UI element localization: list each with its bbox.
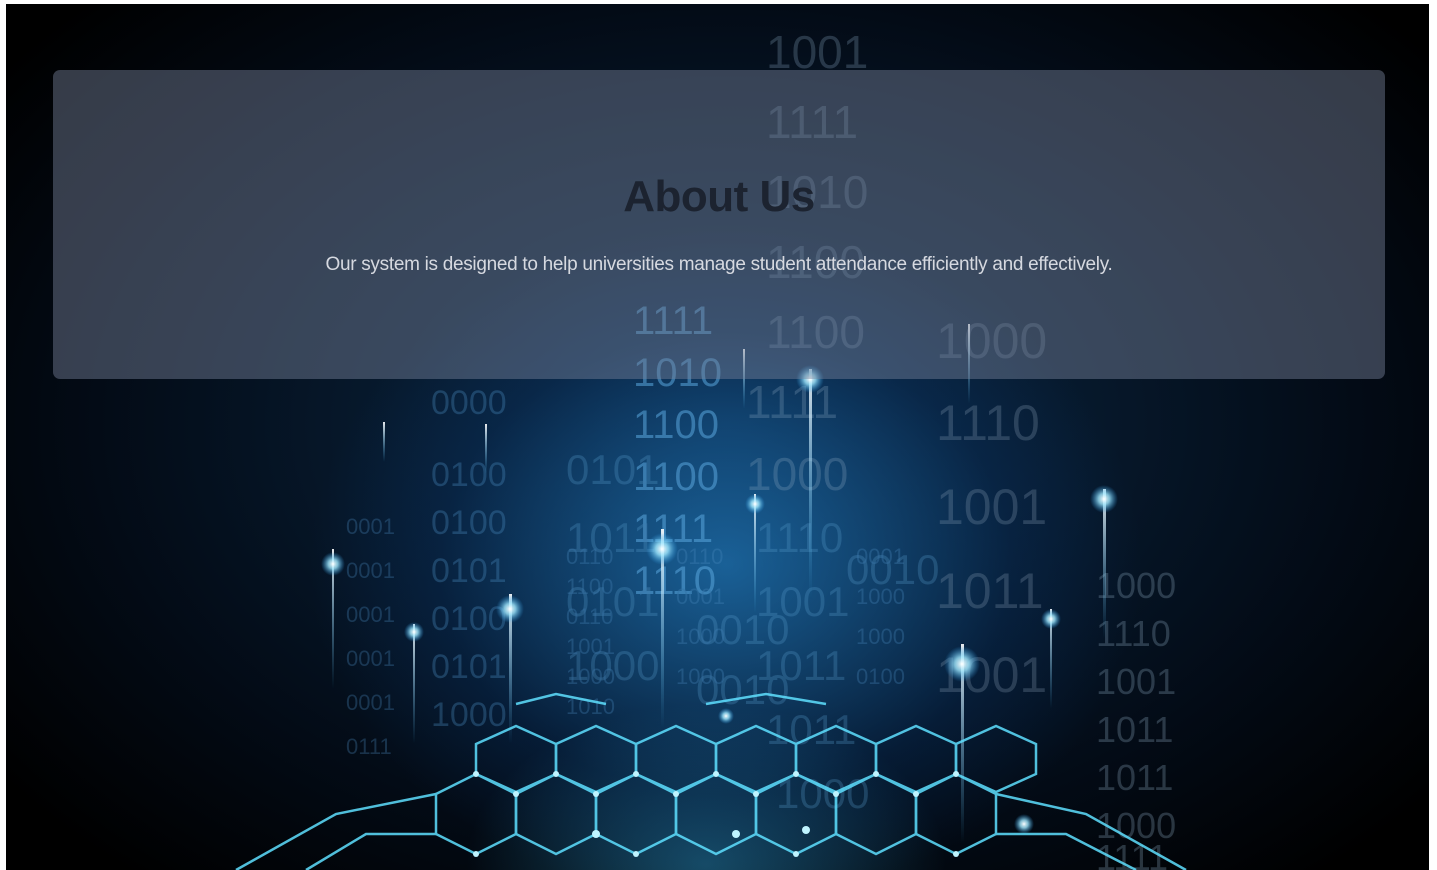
svg-text:1011: 1011 — [566, 514, 656, 561]
svg-text:1001: 1001 — [1096, 661, 1176, 702]
svg-text:1110: 1110 — [1096, 613, 1171, 654]
svg-text:1110: 1110 — [936, 395, 1040, 451]
svg-text:0101: 0101 — [566, 446, 659, 493]
svg-text:0001: 0001 — [346, 690, 395, 715]
svg-text:1001: 1001 — [936, 479, 1047, 535]
svg-text:0110: 0110 — [676, 544, 723, 569]
svg-text:1011: 1011 — [1096, 709, 1173, 750]
svg-text:0001: 0001 — [346, 514, 395, 539]
svg-text:0100: 0100 — [431, 600, 507, 638]
svg-text:0100: 0100 — [431, 504, 507, 542]
svg-text:0111: 0111 — [346, 734, 392, 759]
svg-text:0100: 0100 — [431, 456, 507, 494]
svg-text:0101: 0101 — [431, 552, 507, 590]
svg-text:1000: 1000 — [746, 448, 848, 500]
svg-text:1100: 1100 — [633, 403, 719, 447]
about-description: Our system is designed to help universit… — [325, 254, 1113, 275]
page-viewport: 1001 1111 1010 1100 1100 1111 1000 1111 … — [6, 4, 1429, 870]
about-card: About Us Our system is designed to help … — [53, 70, 1385, 379]
svg-text:0010: 0010 — [846, 546, 939, 593]
svg-text:0101: 0101 — [431, 648, 507, 686]
svg-text:1000: 1000 — [856, 624, 905, 649]
svg-text:0101: 0101 — [566, 578, 659, 625]
svg-text:1111: 1111 — [746, 376, 838, 428]
about-title: About Us — [623, 172, 815, 221]
svg-text:0001: 0001 — [346, 646, 395, 671]
svg-text:0001: 0001 — [346, 602, 395, 627]
svg-text:0100: 0100 — [856, 664, 905, 689]
svg-text:1000: 1000 — [431, 696, 507, 734]
svg-text:1000: 1000 — [566, 642, 659, 689]
svg-text:1110: 1110 — [756, 514, 843, 561]
svg-text:0010: 0010 — [696, 666, 789, 713]
svg-text:1000: 1000 — [1096, 565, 1176, 606]
svg-text:1011: 1011 — [1096, 757, 1173, 798]
svg-text:0001: 0001 — [346, 558, 395, 583]
svg-text:1011: 1011 — [936, 563, 1044, 619]
svg-text:0010: 0010 — [696, 606, 789, 653]
svg-text:0000: 0000 — [431, 384, 507, 422]
